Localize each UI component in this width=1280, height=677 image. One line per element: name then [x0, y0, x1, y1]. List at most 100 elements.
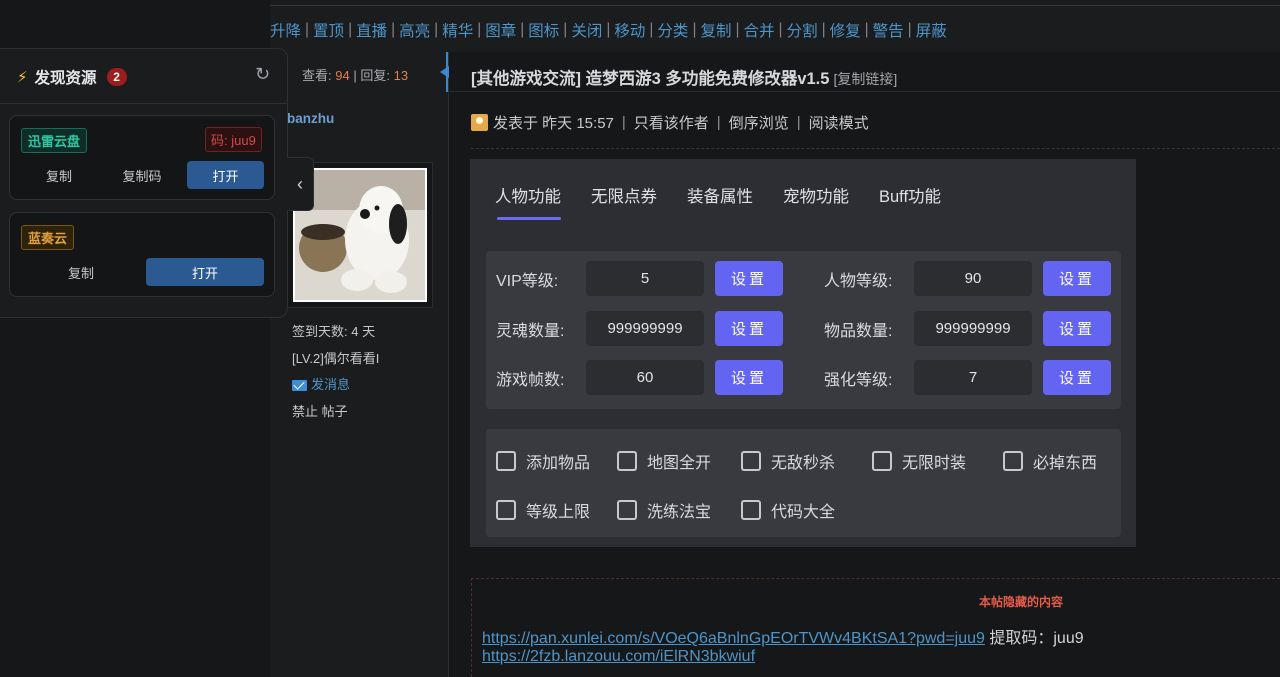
author-name[interactable]: banzhu: [287, 111, 334, 126]
author-meta: 签到天数: 4 天 [LV.2]偶尔看看I 发消息 禁止 帖子: [292, 319, 379, 425]
checkbox-guaranteed-drop[interactable]: 必掉东西: [1003, 449, 1097, 473]
mod-link-icon[interactable]: 图标: [528, 19, 559, 41]
mod-link-copy[interactable]: 复制: [700, 19, 731, 41]
trainer-tabs: 人物功能 无限点券 装备属性 宠物功能 Buff功能: [495, 183, 971, 220]
resource-card-lanzou: 蓝奏云 复制 打开: [9, 212, 275, 297]
set-enhance-button[interactable]: 设置: [1043, 360, 1111, 395]
lanzou-copy-button[interactable]: 复制: [22, 258, 140, 286]
mod-link-highlight[interactable]: 高亮: [399, 19, 430, 41]
resource-panel-divider: [0, 103, 287, 104]
panel-collapse-button[interactable]: ‹: [287, 157, 314, 211]
mod-link-block[interactable]: 屏蔽: [916, 19, 947, 41]
xunlei-link-line: https://pan.xunlei.com/s/VOeQ6aBnlnGpEOr…: [482, 624, 1084, 648]
set-item-count-button[interactable]: 设置: [1043, 311, 1111, 346]
resource-card-xunlei: 迅雷云盘 码: juu9 复制 复制码 打开: [9, 115, 275, 200]
set-fps-button[interactable]: 设置: [715, 360, 783, 395]
only-author-link[interactable]: 只看该作者: [634, 112, 709, 133]
mod-link-repair[interactable]: 修复: [830, 19, 861, 41]
author-level: [LV.2]偶尔看看I: [292, 350, 380, 366]
field-soul-count: 灵魂数量: 999999999 设置: [496, 311, 783, 346]
lightning-icon: ⚡: [17, 69, 28, 86]
post-info-bar: 发表于 昨天 15:57 | 只看该作者 | 倒序浏览 | 阅读模式: [471, 112, 869, 133]
mod-link-live[interactable]: 直播: [356, 19, 387, 41]
lanzou-open-button[interactable]: 打开: [146, 258, 264, 286]
post-title: [其他游戏交流] 造梦西游3 多功能免费修改器v1.5 [复制链接]: [471, 70, 898, 88]
avatar-image: [295, 170, 425, 300]
extraction-code: 提取码：juu9: [989, 630, 1084, 647]
refresh-icon[interactable]: ↻: [255, 64, 270, 85]
mail-icon: [292, 379, 307, 391]
checkbox-refine-treasure[interactable]: 洗练法宝: [617, 498, 711, 522]
resource-panel: ⚡ 发现资源 2 ↻ 迅雷云盘 码: juu9 复制 复制码 打开 蓝奏云 复制…: [0, 48, 288, 318]
lanzou-link[interactable]: https://2fzb.lanzouu.com/iElRN3bkwiuf: [482, 648, 755, 665]
tab-equipment[interactable]: 装备属性: [687, 183, 753, 207]
lanzou-link-line: https://2fzb.lanzouu.com/iElRN3bkwiuf: [482, 648, 755, 666]
resource-count-badge: 2: [106, 68, 127, 86]
thread-stats: 查看: 94 | 回复: 13: [302, 68, 409, 83]
mod-link-stamp[interactable]: 图章: [485, 19, 516, 41]
tab-pets[interactable]: 宠物功能: [783, 183, 849, 207]
set-vip-button[interactable]: 设置: [715, 261, 783, 296]
set-character-level-button[interactable]: 设置: [1043, 261, 1111, 296]
resource-panel-title: 发现资源: [34, 70, 97, 87]
mod-link-pin[interactable]: 置顶: [313, 19, 344, 41]
options-panel: 添加物品 地图全开 无敌秒杀 无限时装 必掉东西 等级上限 洗练法宝 代码大全: [486, 429, 1121, 537]
soul-count-input[interactable]: 999999999: [586, 311, 704, 346]
mod-link-move[interactable]: 移动: [614, 19, 645, 41]
author-column: 查看: 94 | 回复: 13 banzhu 签到天数: 4 天 [LV.2]偶…: [270, 52, 448, 677]
checkbox-level-cap[interactable]: 等级上限: [496, 498, 590, 522]
field-fps: 游戏帧数: 60 设置: [496, 360, 783, 395]
checkbox-code-collection[interactable]: 代码大全: [741, 498, 835, 522]
chevron-left-icon: ‹: [297, 173, 303, 194]
trainer-screenshot: 人物功能 无限点券 装备属性 宠物功能 Buff功能 VIP等级: 5 设置 人…: [470, 159, 1136, 547]
checkbox-unlimited-costume[interactable]: 无限时装: [872, 449, 966, 473]
enhance-level-input[interactable]: 7: [914, 360, 1032, 395]
posted-time: 发表于 昨天 15:57: [493, 115, 614, 132]
mod-link-category[interactable]: 分类: [657, 19, 688, 41]
xunlei-tag: 迅雷云盘: [21, 128, 88, 153]
copy-link-button[interactable]: [复制链接]: [833, 71, 897, 87]
poster-icon: [471, 114, 488, 131]
field-enhance-level: 强化等级: 7 设置: [824, 360, 1111, 395]
fields-panel: VIP等级: 5 设置 人物等级: 90 设置 灵魂数量: 999999999 …: [486, 251, 1121, 409]
replies-count: 13: [393, 68, 409, 83]
resource-panel-header: ⚡ 发现资源 2: [17, 66, 127, 88]
title-divider: [449, 91, 1280, 92]
ban-post-link[interactable]: 禁止 帖子: [292, 399, 379, 426]
mod-link-warn[interactable]: 警告: [873, 19, 904, 41]
field-vip-level: VIP等级: 5 设置: [496, 261, 783, 296]
send-message-link[interactable]: 发消息: [292, 372, 379, 399]
checkbox-map-unlock[interactable]: 地图全开: [617, 449, 711, 473]
xunlei-copy-code-button[interactable]: 复制码: [105, 161, 179, 189]
lanzou-tag: 蓝奏云: [21, 225, 75, 250]
field-character-level: 人物等级: 90 设置: [824, 261, 1111, 296]
vip-level-input[interactable]: 5: [586, 261, 704, 296]
mod-link-close[interactable]: 关闭: [571, 19, 602, 41]
moderation-toolbar: 升降 | 置顶 | 直播 | 高亮 | 精华 | 图章 | 图标 | 关闭 | 移动 | 分类 | …: [270, 0, 1280, 52]
checkin-days: 签到天数: 4 天: [292, 324, 376, 339]
read-mode-link[interactable]: 阅读模式: [809, 112, 869, 133]
mod-link-raise[interactable]: 升降: [270, 19, 301, 41]
tab-buff[interactable]: Buff功能: [879, 183, 941, 207]
set-soul-button[interactable]: 设置: [715, 311, 783, 346]
fps-input[interactable]: 60: [586, 360, 704, 395]
tab-unlimited-coupons[interactable]: 无限点券: [591, 183, 657, 207]
tab-character[interactable]: 人物功能: [495, 183, 561, 220]
moderation-links: 升降 | 置顶 | 直播 | 高亮 | 精华 | 图章 | 图标 | 关闭 | 移动 | 分类 | …: [270, 19, 947, 41]
column-divider: [448, 52, 449, 677]
hidden-content-title: 本帖隐藏的内容: [979, 595, 1064, 609]
xunlei-open-button[interactable]: 打开: [187, 161, 264, 189]
checkbox-add-items[interactable]: 添加物品: [496, 449, 590, 473]
item-count-input[interactable]: 999999999: [914, 311, 1032, 346]
xunlei-copy-button[interactable]: 复制: [22, 161, 96, 189]
character-level-input[interactable]: 90: [914, 261, 1032, 296]
mod-link-merge[interactable]: 合并: [744, 19, 775, 41]
field-item-count: 物品数量: 999999999 设置: [824, 311, 1111, 346]
mod-link-digest[interactable]: 精华: [442, 19, 473, 41]
info-divider: [471, 148, 1280, 149]
views-count: 94: [335, 68, 350, 83]
mod-link-split[interactable]: 分割: [787, 19, 818, 41]
reverse-order-link[interactable]: 倒序浏览: [729, 112, 789, 133]
xunlei-link[interactable]: https://pan.xunlei.com/s/VOeQ6aBnlnGpEOr…: [482, 630, 985, 647]
checkbox-invincible[interactable]: 无敌秒杀: [741, 449, 835, 473]
